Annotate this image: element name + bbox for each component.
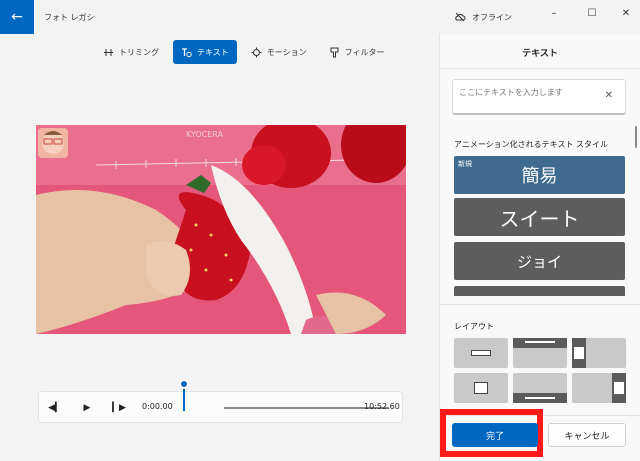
layout-left-block[interactable] xyxy=(572,338,626,368)
minimize-button[interactable]: – xyxy=(540,4,568,22)
play-icon: ▶ xyxy=(83,403,91,413)
close-button[interactable]: ✕ xyxy=(612,4,640,22)
tab-filter[interactable]: フィルター xyxy=(321,40,393,64)
back-arrow-icon: ← xyxy=(11,9,23,25)
kyocera-watermark: KYOCERA xyxy=(186,130,224,139)
style-tile-sweet[interactable]: スイート xyxy=(454,198,625,236)
tab-trim-label: トリミング xyxy=(119,47,159,57)
panel-title: テキスト xyxy=(522,49,558,59)
playhead-handle[interactable] xyxy=(179,379,189,389)
style-tile-simple[interactable]: 新規 簡易 xyxy=(454,156,625,194)
style-tile-label: ジョイ xyxy=(516,252,562,271)
video-preview[interactable]: KYOCERA xyxy=(36,125,406,334)
text-input[interactable] xyxy=(459,88,599,97)
text-panel: テキスト ✕ アニメーション化されるテキスト スタイル 新規 簡易 スイート ジ… xyxy=(439,34,640,461)
tab-text-label: テキスト xyxy=(197,47,229,57)
layout-label: レイアウト xyxy=(454,322,494,331)
style-tile-joy[interactable]: ジョイ xyxy=(454,242,625,280)
play-button[interactable]: ▶ xyxy=(79,400,95,416)
layout-right-block[interactable] xyxy=(572,373,626,403)
tab-motion-label: モーション xyxy=(266,47,307,57)
current-time: 0:00.00 xyxy=(142,402,173,411)
divider xyxy=(440,68,640,69)
style-tile-partial[interactable] xyxy=(454,286,625,296)
text-input-field[interactable]: ✕ xyxy=(452,79,626,115)
layout-center-bar[interactable] xyxy=(454,338,508,368)
layout-small-center[interactable] xyxy=(454,373,508,403)
step-back-icon: ◀▎ xyxy=(48,403,62,413)
text-icon xyxy=(182,47,192,57)
offline-label: オフライン xyxy=(472,12,512,22)
style-tile-label: 簡易 xyxy=(521,166,558,187)
previous-frame-button[interactable]: ◀▎ xyxy=(47,400,63,416)
animated-styles-label: アニメーション化されるテキスト スタイル xyxy=(454,140,608,149)
duration: 10:52.60 xyxy=(364,402,400,411)
layout-bottom-banner[interactable] xyxy=(513,373,567,403)
divider xyxy=(440,304,640,305)
filter-icon xyxy=(330,47,339,57)
layout-top-banner[interactable] xyxy=(513,338,567,368)
done-button[interactable]: 完了 xyxy=(452,423,538,447)
motion-icon xyxy=(251,47,262,57)
next-frame-button[interactable]: ▎▶ xyxy=(111,400,127,416)
trim-icon xyxy=(104,48,113,56)
tab-trim[interactable]: トリミング xyxy=(95,40,167,64)
clear-icon[interactable]: ✕ xyxy=(605,90,613,101)
tab-filter-label: フィルター xyxy=(344,47,385,57)
back-button[interactable]: ← xyxy=(0,0,34,34)
style-tile-label: スイート xyxy=(499,206,580,231)
step-forward-icon: ▎▶ xyxy=(112,403,126,413)
maximize-button[interactable]: ☐ xyxy=(578,4,606,22)
scrollbar[interactable] xyxy=(635,126,637,148)
tab-motion[interactable]: モーション xyxy=(243,40,315,64)
tab-text[interactable]: テキスト xyxy=(173,40,237,64)
playback-bar: ◀▎ ▶ ▎▶ 0:00.00 10:52.60 xyxy=(38,391,403,423)
cloud-offline-icon xyxy=(455,12,466,22)
new-badge: 新規 xyxy=(458,160,472,168)
offline-status: オフライン xyxy=(454,11,512,23)
title-bar: ← フォト レガシ オフライン – ☐ ✕ xyxy=(0,0,640,34)
edit-toolbar: トリミング テキスト モーション フィルター xyxy=(95,40,392,64)
app-title: フォト レガシ xyxy=(44,13,95,22)
video-frame: KYOCERA xyxy=(36,125,406,334)
cancel-button[interactable]: キャンセル xyxy=(548,423,626,447)
